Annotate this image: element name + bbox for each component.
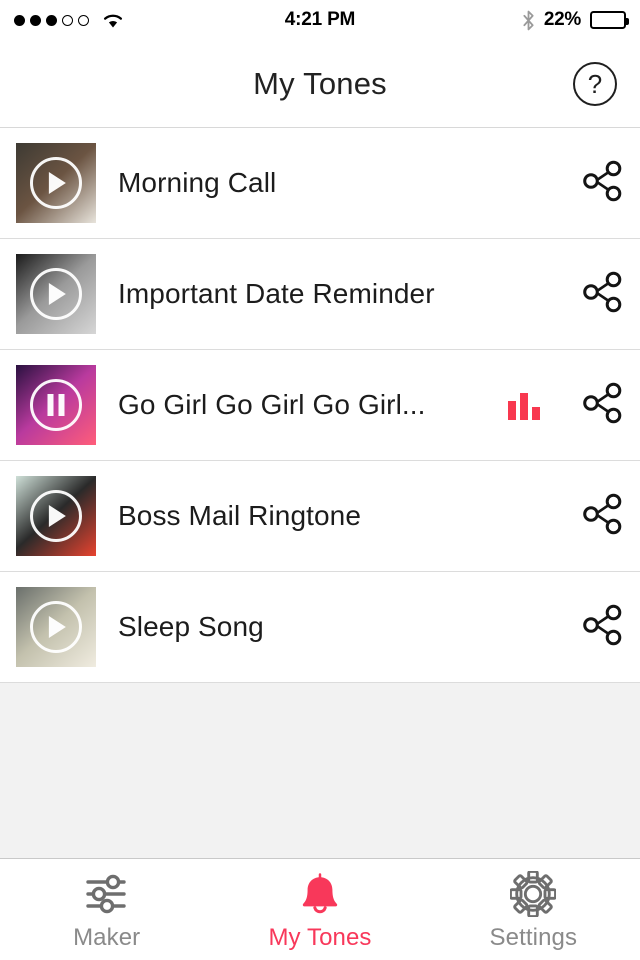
tab-label: My Tones [268,924,372,951]
share-icon [580,270,624,319]
tone-thumbnail[interactable] [16,143,96,223]
tone-title: Sleep Song [118,611,264,642]
table-row[interactable]: Sleep Song [0,572,640,683]
tone-title: Go Girl Go Girl Go Girl... [118,389,426,420]
share-icon [580,159,624,208]
status-bar-right: 22% [522,9,629,31]
tab-label: Maker [73,924,141,951]
battery-percent-label: 22% [543,9,581,30]
play-icon [48,172,66,194]
sliders-icon [84,871,130,917]
battery-icon [590,11,629,29]
share-button[interactable] [564,239,640,349]
table-row[interactable]: Important Date Reminder [0,239,640,350]
tab-my-tones[interactable]: My Tones [213,859,426,960]
tones-list-area: Morning Call Important Date Reminder Go Gi… [0,128,640,858]
nav-bar: My Tones ? [0,40,640,128]
play-icon [48,505,66,527]
share-icon [580,603,624,652]
play-icon [48,283,66,305]
tones-list: Morning Call Important Date Reminder Go Gi… [0,128,640,683]
page-title: My Tones [253,65,387,101]
bluetooth-icon [522,10,535,31]
share-icon [580,492,624,541]
tone-thumbnail[interactable] [16,365,96,445]
status-bar: 4:21 PM 22% [0,0,640,40]
play-icon [48,616,66,638]
table-row[interactable]: Boss Mail Ringtone [0,461,640,572]
help-circle-icon: ? [587,68,603,99]
help-button[interactable]: ? [573,61,617,106]
tone-thumbnail[interactable] [16,254,96,334]
tab-maker[interactable]: Maker [0,859,213,960]
tone-title: Morning Call [118,167,277,198]
gear-icon [510,871,557,917]
tone-thumbnail[interactable] [16,476,96,556]
table-row[interactable]: Go Girl Go Girl Go Girl... [0,350,640,461]
empty-space [0,683,640,858]
tab-settings[interactable]: Settings [427,859,640,960]
tone-thumbnail[interactable] [16,587,96,667]
tone-title: Boss Mail Ringtone [118,500,362,531]
app-root: 4:21 PM 22% My Tones ? Morning Call Impor… [0,0,640,960]
pause-icon [47,394,65,416]
tab-label: Settings [489,924,578,951]
share-button[interactable] [564,350,640,460]
share-button[interactable] [564,572,640,682]
bell-icon [299,871,341,917]
table-row[interactable]: Morning Call [0,128,640,239]
equalizer-icon [508,390,540,420]
share-button[interactable] [564,461,640,571]
share-icon [580,381,624,430]
tone-title: Important Date Reminder [118,278,435,309]
share-button[interactable] [564,128,640,238]
tab-bar: Maker My Tones Settings [0,858,640,960]
